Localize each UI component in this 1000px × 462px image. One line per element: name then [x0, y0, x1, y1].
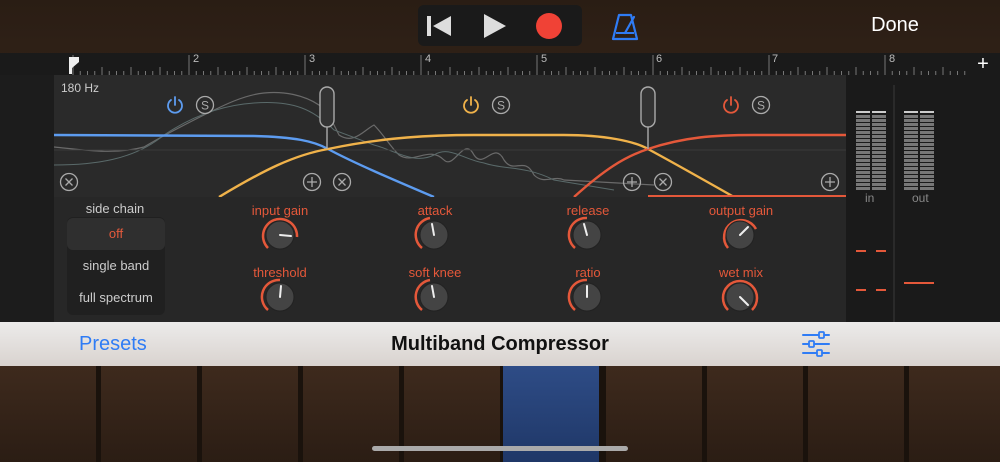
- rewind-button[interactable]: [418, 5, 459, 46]
- piano-key[interactable]: [202, 366, 298, 462]
- ruler-mark: 8: [889, 53, 896, 65]
- plugin-title: Multiband Compressor: [391, 333, 609, 355]
- remove-band-icon[interactable]: [59, 172, 79, 192]
- side-chain-option-full-spectrum[interactable]: full spectrum: [67, 282, 165, 314]
- play-button[interactable]: [473, 5, 514, 46]
- frequency-label: 180 Hz: [61, 81, 100, 95]
- timeline-ruler[interactable]: 2 3 4 5 6 7 8 +: [0, 53, 1000, 75]
- band1-solo-icon[interactable]: S: [195, 95, 215, 115]
- remove-band-icon[interactable]: [332, 172, 352, 192]
- record-icon: [535, 12, 562, 39]
- ruler-mark: 4: [425, 53, 432, 65]
- ruler-mark: 3: [309, 53, 316, 65]
- svg-text:S: S: [497, 99, 505, 113]
- add-section-button[interactable]: +: [972, 53, 994, 75]
- soft-knee-knob[interactable]: [414, 277, 454, 317]
- transport-controls: [418, 5, 582, 46]
- wet-mix-knob[interactable]: [720, 277, 760, 317]
- add-band-icon[interactable]: [302, 172, 322, 192]
- band2-power-icon[interactable]: [461, 95, 481, 115]
- sliders-icon[interactable]: [801, 331, 831, 357]
- svg-text:S: S: [201, 99, 209, 113]
- output-gain-knob[interactable]: [720, 215, 760, 255]
- release-knob[interactable]: [567, 215, 607, 255]
- band3-power-icon[interactable]: [721, 95, 741, 115]
- band-curves: [53, 86, 846, 199]
- piano-key[interactable]: [707, 366, 803, 462]
- add-band-icon[interactable]: [820, 172, 840, 192]
- done-button[interactable]: Done: [860, 14, 930, 40]
- piano-key[interactable]: [101, 366, 197, 462]
- playhead-icon[interactable]: [68, 56, 80, 74]
- record-button[interactable]: [528, 5, 569, 46]
- ruler-mark: 5: [541, 53, 548, 65]
- svg-text:S: S: [757, 99, 765, 113]
- ruler-ticks: [72, 55, 966, 75]
- side-chain-option-single-band[interactable]: single band: [67, 250, 165, 282]
- presets-button[interactable]: Presets: [79, 333, 147, 356]
- add-band-icon[interactable]: [622, 172, 642, 192]
- piano-key[interactable]: [808, 366, 904, 462]
- side-chain-title: side chain: [85, 201, 145, 216]
- metronome-icon: [611, 13, 639, 41]
- rewind-icon: [426, 15, 451, 36]
- band1-power-icon[interactable]: [165, 95, 185, 115]
- side-chain-option-off[interactable]: off: [67, 218, 165, 250]
- meter-in-label: in: [865, 191, 875, 205]
- meter-out-label: out: [912, 191, 929, 205]
- attack-knob[interactable]: [414, 215, 454, 255]
- piano-key[interactable]: [909, 366, 1000, 462]
- band2-solo-icon[interactable]: S: [491, 95, 511, 115]
- piano-key[interactable]: [0, 366, 96, 462]
- ruler-mark: 7: [772, 53, 779, 65]
- input-gain-knob[interactable]: [260, 215, 300, 255]
- threshold-knob[interactable]: [260, 277, 300, 317]
- ruler-mark: 6: [656, 53, 663, 65]
- ratio-knob[interactable]: [567, 277, 607, 317]
- play-icon: [483, 13, 506, 38]
- top-bar: Done: [0, 0, 1000, 53]
- band-graph[interactable]: [53, 75, 846, 199]
- metronome-button[interactable]: [609, 11, 641, 43]
- band3-solo-icon[interactable]: S: [751, 95, 771, 115]
- home-indicator: [372, 446, 628, 451]
- remove-band-icon[interactable]: [653, 172, 673, 192]
- ruler-mark: 2: [193, 53, 200, 65]
